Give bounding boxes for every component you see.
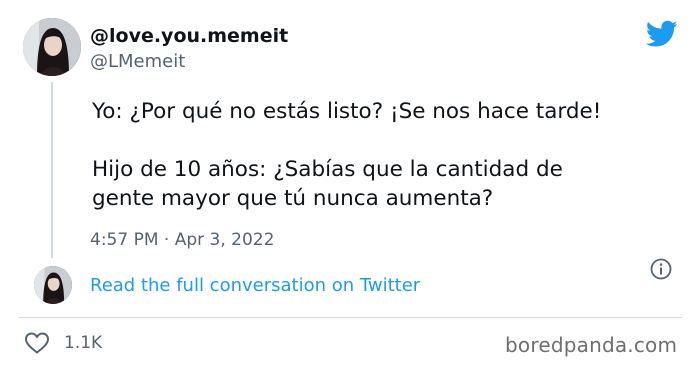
- heart-icon[interactable]: [24, 331, 50, 355]
- tweet-line-1: Yo: ¿Por qué no estás listo? ¡Se nos hac…: [92, 99, 602, 124]
- thread-connector-line: [51, 82, 53, 258]
- info-icon[interactable]: [650, 258, 672, 280]
- like-count: 1.1K: [64, 333, 103, 353]
- twitter-bird-icon[interactable]: [646, 20, 678, 48]
- avatar-portrait-icon: [23, 18, 81, 76]
- author-handle[interactable]: @LMemeit: [90, 51, 185, 72]
- reply-avatar[interactable]: [34, 266, 72, 304]
- watermark: boredpanda.com: [505, 333, 678, 357]
- tweet-timestamp[interactable]: 4:57 PM · Apr 3, 2022: [90, 230, 274, 250]
- tweet-body: Yo: ¿Por qué no estás listo? ¡Se nos hac…: [92, 97, 652, 213]
- divider: [18, 317, 682, 318]
- author-display-name[interactable]: @love.you.memeit: [90, 25, 288, 47]
- read-conversation-link[interactable]: Read the full conversation on Twitter: [90, 275, 420, 296]
- tweet-line-3: gente mayor que tú nunca aumenta?: [92, 186, 494, 211]
- tweet-card: @love.you.memeit @LMemeit Yo: ¿Por qué n…: [0, 0, 700, 369]
- avatar-portrait-icon: [34, 266, 72, 304]
- tweet-line-2: Hijo de 10 años: ¿Sabías que la cantidad…: [92, 157, 563, 182]
- author-avatar[interactable]: [23, 18, 81, 76]
